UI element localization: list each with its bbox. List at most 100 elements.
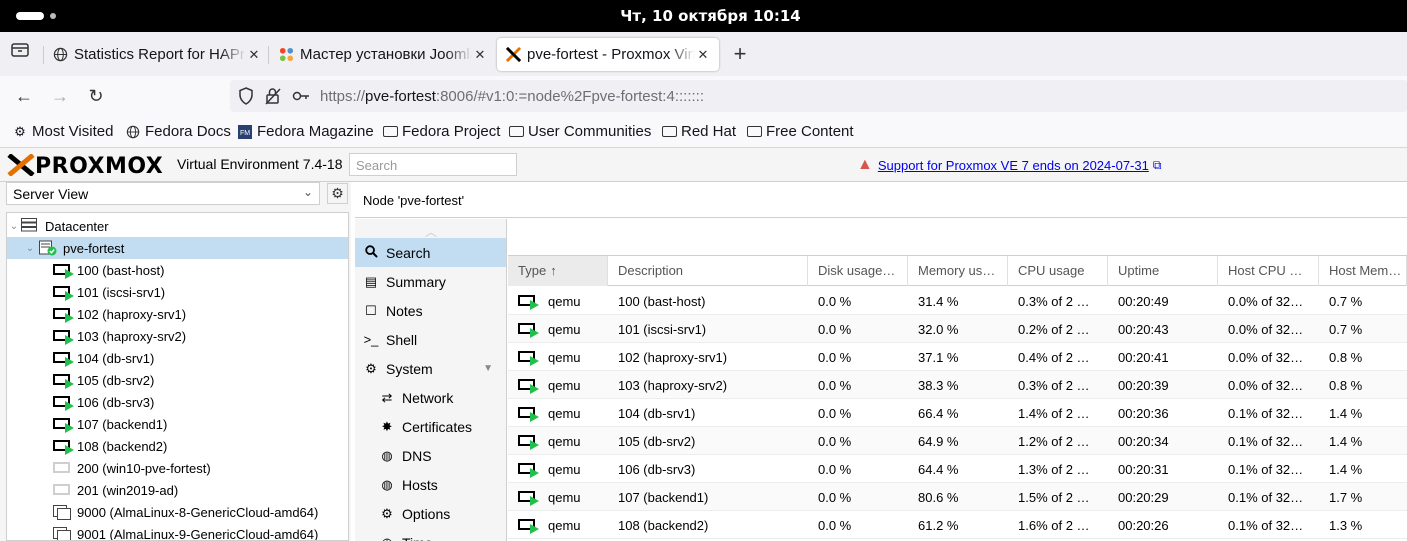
back-icon[interactable]: ← — [12, 84, 36, 108]
menu-item-summary[interactable]: ▤ Summary — [355, 267, 506, 296]
vm-running-icon — [518, 294, 539, 310]
tree-vm-item[interactable]: 105 (db-srv2) — [7, 369, 348, 391]
tree-vm-item[interactable]: 108 (backend2) — [7, 435, 348, 457]
table-cell: 101 (iscsi-srv1) — [618, 322, 707, 337]
tab-proxmox[interactable]: pve-fortest - Proxmox Virtual Environmen… — [497, 38, 719, 71]
tree-vm-item[interactable]: 107 (backend1) — [7, 413, 348, 435]
table-cell: 0.0% of 32… — [1228, 350, 1304, 365]
vm-running-icon — [53, 395, 74, 411]
table-row[interactable]: qemu 100 (bast-host) 0.0 % 31.4 % 0.3% of 2 … — [508, 287, 1407, 315]
bookmark-fedora-docs[interactable]: Fedora Docs — [125, 123, 231, 140]
menu-item-shell[interactable]: >_ Shell — [355, 325, 506, 354]
tab-haproxy-stats[interactable]: Statistics Report for HAProxy ✕ — [52, 38, 262, 71]
menu-item-system[interactable]: ⚙ System ▼ — [355, 354, 506, 383]
svg-text:FM: FM — [240, 130, 250, 137]
column-header[interactable]: Description — [608, 256, 808, 286]
close-icon[interactable]: ✕ — [695, 47, 711, 63]
new-tab-button[interactable]: + — [728, 42, 752, 66]
browser-nav-bar: ← → ↻ https://pve-fortest:8006/#v1:0:=no… — [0, 76, 1407, 116]
tree-vm-item[interactable]: 9001 (AlmaLinux-9-GenericCloud-amd64) — [7, 523, 348, 540]
table-cell: 0.4% of 2 … — [1018, 350, 1090, 365]
bookmark-fedora-project[interactable]: Fedora Project — [382, 123, 500, 140]
vm-running-icon — [518, 322, 539, 338]
table-cell: 1.3 % — [1329, 518, 1363, 533]
menu-item-options[interactable]: ⚙ Options — [355, 499, 506, 528]
close-icon[interactable]: ✕ — [246, 47, 262, 63]
menu-item-network[interactable]: ⇄ Network — [355, 383, 506, 412]
expand-caret-icon[interactable]: ▼ — [483, 363, 493, 374]
tree-settings-gear-icon[interactable]: ⚙ — [327, 183, 348, 204]
forward-icon[interactable]: → — [48, 84, 72, 108]
table-cell: 0.0 % — [818, 378, 852, 393]
tab-list-icon[interactable] — [8, 42, 32, 66]
bookmark-most-visited[interactable]: ⚙ Most Visited — [12, 123, 113, 140]
tree-datacenter[interactable]: ⌄ Datacenter — [7, 215, 348, 237]
shield-icon[interactable] — [238, 87, 254, 110]
column-header[interactable]: Host CPU … — [1218, 256, 1319, 286]
menu-item-hosts[interactable]: ◍ Hosts — [355, 470, 506, 499]
tree-vm-item[interactable]: 103 (haproxy-srv2) — [7, 325, 348, 347]
table-row[interactable]: qemu 101 (iscsi-srv1) 0.0 % 32.0 % 0.2% of 2… — [508, 315, 1407, 343]
table-cell: qemu — [508, 399, 608, 427]
column-header[interactable]: Uptime — [1108, 256, 1218, 286]
collapse-toggle-icon[interactable]: ⌄ — [25, 243, 35, 254]
table-row[interactable]: qemu 106 (db-srv3) 0.0 % 64.4 % 1.3% of 2 … 0… — [508, 455, 1407, 483]
menu-item-dns[interactable]: ◍ DNS — [355, 441, 506, 470]
vm-running-icon — [53, 329, 74, 345]
column-header[interactable]: Memory us… — [908, 256, 1008, 286]
grid-toolbar — [508, 219, 1407, 256]
table-cell: qemu — [508, 343, 608, 371]
tree-vm-item[interactable]: 104 (db-srv1) — [7, 347, 348, 369]
bookmark-user-communities[interactable]: User Communities — [508, 123, 651, 140]
column-header[interactable]: Host Mem… — [1319, 256, 1407, 286]
tree-vm-item[interactable]: 106 (db-srv3) — [7, 391, 348, 413]
menu-item-search[interactable]: Search — [355, 238, 506, 267]
table-cell: 0.0 % — [818, 462, 852, 477]
view-selector[interactable]: Server View ⌄ — [6, 182, 320, 205]
menu-item-notes[interactable]: ☐ Notes — [355, 296, 506, 325]
folder-icon — [661, 124, 677, 140]
clock[interactable]: Чт, 10 октября 10:14 — [0, 7, 1407, 25]
resource-tree: ⌄ Datacenter ⌄ pve-fortest 100 (bast-hos… — [6, 212, 349, 541]
tree-vm-item[interactable]: 200 (win10-pve-fortest) — [7, 457, 348, 479]
tree-vm-item[interactable]: 101 (iscsi-srv1) — [7, 281, 348, 303]
pve-search-input[interactable]: Search — [349, 153, 517, 176]
table-cell: 0.0% of 32… — [1228, 294, 1304, 309]
table-row[interactable]: qemu 107 (backend1) 0.0 % 80.6 % 1.5% of 2 …… — [508, 483, 1407, 511]
proxmox-logo[interactable]: PROXMOX — [7, 153, 163, 179]
collapse-toggle-icon[interactable]: ⌄ — [9, 221, 19, 232]
menu-item-time[interactable]: ◷Time — [355, 528, 506, 541]
table-cell: 0.0 % — [818, 434, 852, 449]
gear-icon: ⚙ — [14, 123, 26, 139]
tree-vm-item[interactable]: 201 (win2019-ad) — [7, 479, 348, 501]
tree-vm-item[interactable]: 100 (bast-host) — [7, 259, 348, 281]
table-cell: 0.7 % — [1329, 294, 1363, 309]
table-row[interactable]: qemu 104 (db-srv1) 0.0 % 66.4 % 1.4% of 2 … 0… — [508, 399, 1407, 427]
column-header[interactable]: Type ↑ — [508, 256, 608, 286]
table-row[interactable]: qemu 103 (haproxy-srv2) 0.0 % 38.3 % 0.3% of… — [508, 371, 1407, 399]
table-cell: 0.7 % — [1329, 322, 1363, 337]
table-cell: 104 (db-srv1) — [618, 406, 696, 421]
tab-joomla-installer[interactable]: Мастер установки Joomla! ✕ — [278, 38, 488, 71]
bookmark-free-content[interactable]: Free Content — [746, 123, 854, 140]
bookmark-red-hat[interactable]: Red Hat — [661, 123, 736, 140]
table-row[interactable]: qemu 105 (db-srv2) 0.0 % 64.9 % 1.2% of 2 … 0… — [508, 427, 1407, 455]
bookmark-fedora-magazine[interactable]: FM Fedora Magazine — [237, 123, 374, 140]
node-online-icon — [39, 240, 57, 256]
table-cell: 0.0% of 32… — [1228, 322, 1304, 337]
table-row[interactable]: qemu 102 (haproxy-srv1) 0.0 % 37.1 % 0.4% of… — [508, 343, 1407, 371]
insecure-lock-icon[interactable] — [265, 87, 281, 110]
column-header[interactable]: Disk usage… — [808, 256, 908, 286]
tree-vm-item[interactable]: 9000 (AlmaLinux-8-GenericCloud-amd64) — [7, 501, 348, 523]
address-bar[interactable]: https://pve-fortest:8006/#v1:0:=node%2Fp… — [230, 80, 1407, 112]
table-cell: 1.3% of 2 … — [1018, 462, 1090, 477]
column-header[interactable]: CPU usage — [1008, 256, 1108, 286]
close-icon[interactable]: ✕ — [472, 47, 488, 63]
menu-item-certificates[interactable]: ✸ Certificates — [355, 412, 506, 441]
reload-icon[interactable]: ↻ — [84, 84, 108, 108]
table-row[interactable]: qemu 108 (backend2) 0.0 % 61.2 % 1.6% of 2 …… — [508, 511, 1407, 539]
tree-node[interactable]: ⌄ pve-fortest — [7, 237, 348, 259]
key-icon[interactable] — [292, 87, 310, 110]
support-link[interactable]: Support for Proxmox VE 7 ends on 2024-07… — [878, 158, 1149, 173]
tree-vm-item[interactable]: 102 (haproxy-srv1) — [7, 303, 348, 325]
